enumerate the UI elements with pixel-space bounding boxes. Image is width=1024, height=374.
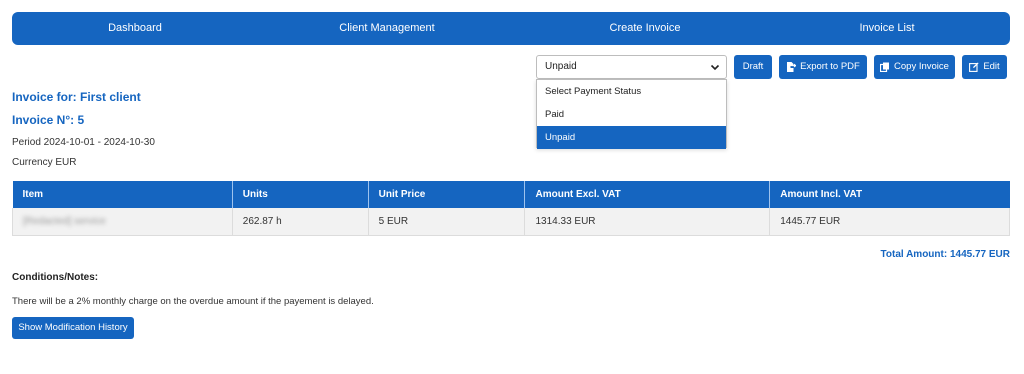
edit-label: Edit — [983, 61, 1000, 72]
draft-label: Draft — [742, 61, 764, 72]
nav-create-invoice[interactable]: Create Invoice — [512, 12, 778, 45]
payment-status-select[interactable]: Unpaid — [536, 55, 727, 79]
invoice-period: Period 2024-10-01 - 2024-10-30 — [12, 137, 155, 148]
notes-heading: Conditions/Notes: — [12, 272, 99, 283]
col-header-unit-price: Unit Price — [368, 181, 526, 208]
copy-icon — [880, 62, 890, 72]
cell-unit-price: 5 EUR — [368, 208, 526, 236]
edit-button[interactable]: Edit — [962, 55, 1007, 79]
nav-dashboard[interactable]: Dashboard — [12, 12, 258, 45]
col-header-amount-excl-vat: Amount Excl. VAT — [524, 181, 771, 208]
option-paid[interactable]: Paid — [537, 103, 726, 126]
invoice-number-title: Invoice N°: 5 — [12, 113, 85, 127]
show-modification-history-button[interactable]: Show Modification History — [12, 317, 134, 339]
option-unpaid[interactable]: Unpaid — [537, 126, 726, 149]
cell-amount-incl-vat: 1445.77 EUR — [769, 208, 1010, 236]
total-amount: Total Amount: 1445.77 EUR — [880, 249, 1010, 260]
invoice-currency: Currency EUR — [12, 157, 77, 168]
col-header-item: Item — [12, 181, 233, 208]
copy-invoice-button[interactable]: Copy Invoice — [874, 55, 955, 79]
notes-text: There will be a 2% monthly charge on the… — [12, 296, 374, 307]
edit-icon — [969, 62, 979, 72]
export-pdf-label: Export to PDF — [800, 61, 860, 72]
chevron-down-icon — [710, 64, 720, 71]
nav-invoice-list[interactable]: Invoice List — [772, 12, 1002, 45]
redacted-item-name: [Redacted] service — [23, 215, 106, 227]
table-row: [Redacted] service 262.87 h 5 EUR 1314.3… — [12, 208, 1010, 236]
cell-item: [Redacted] service — [12, 208, 233, 236]
invoice-client-title: Invoice for: First client — [12, 90, 141, 104]
cell-amount-excl-vat: 1314.33 EUR — [524, 208, 771, 236]
payment-status-value: Unpaid — [545, 61, 577, 72]
invoice-items-table: Item Units Unit Price Amount Excl. VAT A… — [12, 181, 1010, 236]
copy-invoice-label: Copy Invoice — [894, 61, 949, 72]
export-file-icon — [787, 62, 797, 72]
payment-status-dropdown: Select Payment Status Paid Unpaid — [536, 79, 727, 149]
col-header-amount-incl-vat: Amount Incl. VAT — [769, 181, 1010, 208]
nav-client-management[interactable]: Client Management — [262, 12, 512, 45]
draft-button[interactable]: Draft — [734, 55, 772, 79]
export-pdf-button[interactable]: Export to PDF — [779, 55, 867, 79]
col-header-units: Units — [232, 181, 369, 208]
cell-units: 262.87 h — [232, 208, 369, 236]
table-header-row: Item Units Unit Price Amount Excl. VAT A… — [12, 181, 1010, 208]
option-select-payment-status[interactable]: Select Payment Status — [537, 80, 726, 103]
top-nav-bar: Dashboard Client Management Create Invoi… — [12, 12, 1010, 45]
